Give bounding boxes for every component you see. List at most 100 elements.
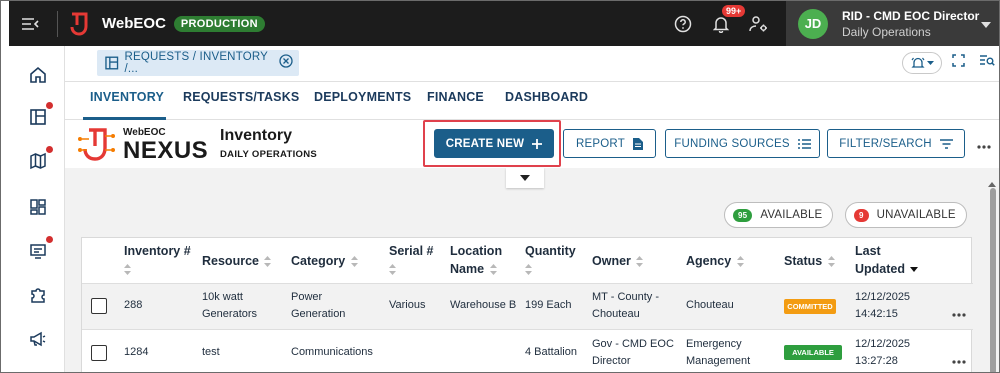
- row-checkbox[interactable]: [91, 298, 107, 314]
- cell-owner: Gov - CMD EOC Director: [592, 336, 674, 370]
- available-filter-chip[interactable]: 95 AVAILABLE: [724, 202, 834, 228]
- open-boards-strip: REQUESTS / INVENTORY /...: [65, 46, 999, 82]
- caret-down-icon: [520, 175, 530, 181]
- board-tools: [902, 52, 999, 74]
- tab-deployments[interactable]: DEPLOYMENTS: [314, 90, 411, 104]
- report-button[interactable]: REPORT: [563, 129, 656, 158]
- table-row[interactable]: 1284 test Communications 4 Battalion Gov…: [82, 329, 973, 372]
- column-label: Name: [450, 262, 485, 276]
- scrollbar-thumb[interactable]: [990, 188, 996, 372]
- user-name: RID - CMD EOC Director: [842, 8, 980, 23]
- sidebar-item-maps[interactable]: [27, 146, 53, 172]
- sort-icon: [736, 256, 744, 268]
- column-label: Resource: [202, 254, 259, 268]
- row-more-options-icon[interactable]: [952, 304, 966, 322]
- sort-icon: [525, 264, 532, 276]
- column-header-location[interactable]: Location Name: [450, 242, 502, 278]
- cell-serial: Various: [389, 299, 426, 311]
- avatar: JD: [798, 8, 828, 39]
- top-bar: WebEOC PRODUCTION 99+ JD RID - CMD EOC D…: [9, 1, 999, 46]
- notification-dot: [46, 146, 53, 153]
- column-header-inventory[interactable]: Inventory #: [124, 242, 191, 278]
- module-nav: INVENTORY REQUESTS/TASKS DEPLOYMENTS FIN…: [65, 82, 999, 120]
- column-header-category[interactable]: Category: [291, 252, 358, 270]
- column-label: Agency: [686, 254, 732, 268]
- alert-bell-dropdown[interactable]: [902, 52, 942, 74]
- fullscreen-icon[interactable]: [952, 54, 965, 72]
- board-icon: [30, 109, 46, 125]
- status-badge: AVAILABLE: [784, 345, 842, 360]
- notifications-bell-icon[interactable]: 99+: [702, 4, 746, 33]
- list-icon: [797, 138, 811, 149]
- collapse-menu-icon[interactable]: [9, 17, 51, 31]
- cell-resource: test: [202, 346, 220, 358]
- chevron-down-icon: [981, 15, 991, 33]
- sidebar-item-home[interactable]: [27, 64, 49, 86]
- user-settings-icon[interactable]: [740, 15, 778, 33]
- column-header-status[interactable]: Status: [784, 252, 835, 270]
- column-label: Status: [784, 254, 823, 268]
- cell-text: 14:42:15: [855, 308, 898, 320]
- cell-text: MT - County -: [592, 291, 660, 303]
- user-role: Daily Operations: [842, 24, 931, 39]
- page-subtitle: DAILY OPERATIONS: [220, 149, 318, 160]
- document-icon: [632, 137, 643, 150]
- report-label: REPORT: [576, 137, 625, 150]
- create-new-button[interactable]: CREATE NEW: [434, 129, 554, 158]
- cell-text: 12/12/2025: [855, 291, 911, 303]
- cell-last-updated: 12/12/2025 14:42:15: [855, 289, 910, 323]
- column-label: Updated: [855, 262, 905, 276]
- cell-inventory: 1284: [124, 346, 149, 358]
- unavailable-count: 9: [854, 208, 869, 222]
- column-label: Serial #: [389, 244, 434, 258]
- column-header-serial[interactable]: Serial #: [389, 242, 433, 278]
- page-header: WebEOC NEXUS Inventory DAILY OPERATIONS …: [65, 120, 999, 168]
- table-row[interactable]: 288 10k watt Generators Power Generation V…: [82, 283, 973, 329]
- funding-sources-button[interactable]: FUNDING SOURCES: [665, 129, 820, 158]
- open-board-tab[interactable]: REQUESTS / INVENTORY /...: [97, 50, 299, 76]
- available-count: 95: [733, 208, 753, 222]
- help-icon[interactable]: [664, 15, 702, 33]
- sidebar-item-alerts[interactable]: [27, 328, 49, 350]
- sidebar-item-dashboards[interactable]: [27, 196, 49, 218]
- cell-text: Power: [291, 291, 323, 303]
- expand-panel-toggle[interactable]: [506, 168, 544, 188]
- tab-finance[interactable]: FINANCE: [427, 90, 484, 104]
- tab-inventory[interactable]: INVENTORY: [90, 90, 164, 104]
- column-header-last-updated[interactable]: Last Updated: [855, 242, 919, 278]
- sidebar-item-plugins[interactable]: [27, 284, 49, 306]
- column-label: Category: [291, 254, 346, 268]
- cell-text: 12/12/2025: [855, 338, 911, 350]
- message-monitor-icon: [30, 244, 46, 259]
- filter-icon: [939, 138, 953, 149]
- column-header-quantity[interactable]: Quantity: [525, 242, 576, 278]
- sort-icon: [264, 256, 272, 268]
- cell-text: 10k watt: [202, 291, 243, 303]
- more-options-icon[interactable]: [977, 136, 991, 154]
- cell-text: Generators: [202, 308, 258, 320]
- column-header-agency[interactable]: Agency: [686, 252, 744, 270]
- unavailable-filter-chip[interactable]: 9 UNAVAILABLE: [845, 202, 967, 228]
- sidebar-item-boards[interactable]: [27, 102, 53, 128]
- page-title: Inventory: [220, 127, 293, 144]
- cell-text: Chouteau: [592, 308, 640, 320]
- map-icon: [30, 152, 46, 170]
- column-header-owner[interactable]: Owner: [592, 252, 644, 270]
- row-checkbox[interactable]: [91, 345, 107, 361]
- row-more-options-icon[interactable]: [952, 351, 966, 369]
- tab-dashboard[interactable]: DASHBOARD: [505, 90, 588, 104]
- close-icon[interactable]: [279, 53, 293, 73]
- funding-sources-label: FUNDING SOURCES: [674, 137, 790, 150]
- list-search-icon[interactable]: [979, 54, 995, 72]
- filter-search-button[interactable]: FILTER/SEARCH: [827, 129, 965, 158]
- sort-icon: [350, 256, 358, 268]
- unavailable-label: UNAVAILABLE: [876, 209, 956, 221]
- user-menu[interactable]: JD RID - CMD EOC Director Daily Operatio…: [786, 1, 999, 46]
- cell-category: Power Generation: [291, 289, 345, 323]
- environment-badge: PRODUCTION: [173, 15, 265, 32]
- column-header-resource[interactable]: Resource: [202, 252, 272, 270]
- tab-requests-tasks[interactable]: REQUESTS/TASKS: [183, 90, 299, 104]
- sidebar-item-messages[interactable]: [27, 236, 53, 262]
- cell-resource: 10k watt Generators: [202, 289, 257, 323]
- sort-icon: [489, 264, 497, 276]
